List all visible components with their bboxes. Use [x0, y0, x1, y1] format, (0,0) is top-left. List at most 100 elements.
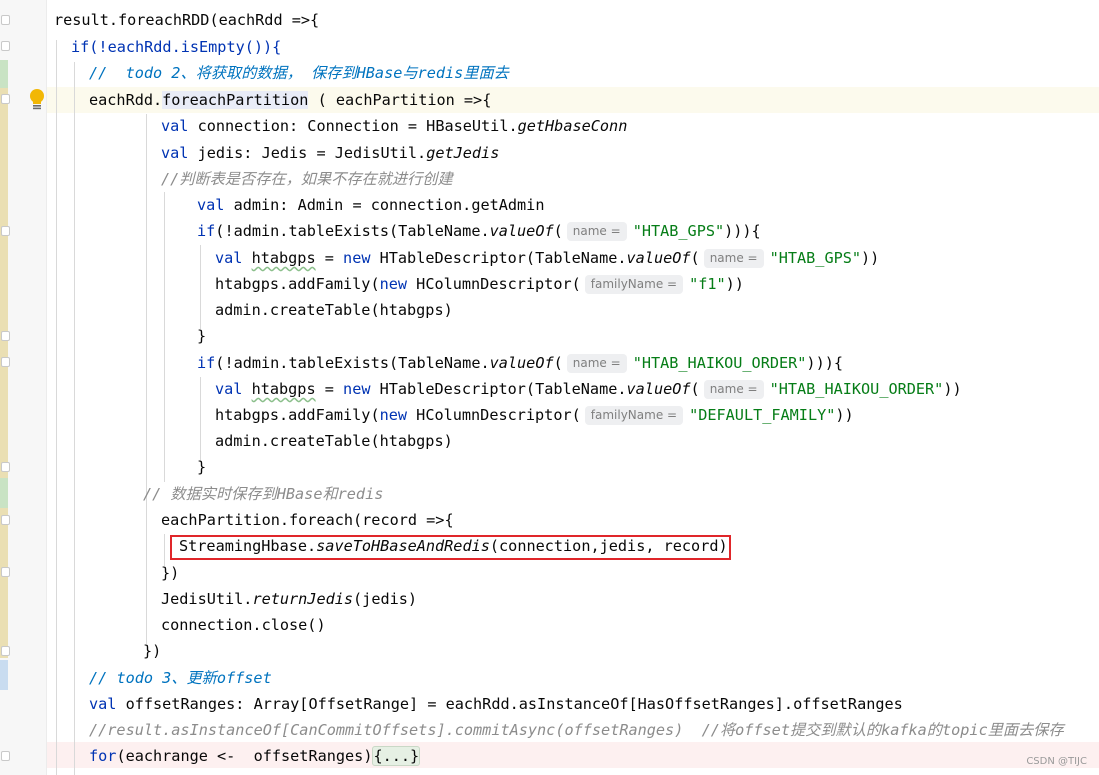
- code-line: for(eachrange <- offsetRanges){...}: [89, 743, 421, 769]
- code-line: connection.close(): [161, 612, 326, 638]
- code-text: connection: Connection = HBaseUtil.: [188, 117, 518, 135]
- code-text: JedisUtil.: [161, 590, 253, 608]
- vcs-change-marker: [0, 660, 8, 690]
- watermark: CSDN @TIJC: [1026, 756, 1087, 767]
- code-line: htabgps.addFamily(new HColumnDescriptor(…: [215, 271, 744, 297]
- editor-gutter: [0, 0, 47, 775]
- indent-guide: [200, 377, 201, 461]
- code-text: )): [835, 406, 854, 424]
- vcs-change-marker: [0, 478, 8, 508]
- comment-text: //result.asInstanceOf[CanCommitOffsets].…: [89, 721, 1064, 739]
- code-text: ))){: [806, 354, 843, 372]
- code-text: }): [161, 564, 180, 582]
- fold-toggle[interactable]: [1, 462, 10, 472]
- fold-toggle[interactable]: [1, 567, 10, 577]
- code-line: }): [143, 638, 161, 664]
- method-name: valueOf: [489, 222, 554, 240]
- code-line: //result.asInstanceOf[CanCommitOffsets].…: [89, 717, 1064, 743]
- code-line: eachPartition.foreach(record =>{: [161, 507, 454, 533]
- parameter-hint: name =: [566, 354, 627, 373]
- code-text: (: [553, 354, 563, 372]
- keyword: val: [197, 196, 225, 214]
- code-text: admin.createTable(htabgps): [215, 301, 453, 319]
- vcs-change-marker: [0, 88, 8, 478]
- code-text: =: [315, 249, 344, 267]
- code-text: }): [143, 642, 162, 660]
- code-line: JedisUtil.returnJedis(jedis): [161, 586, 417, 612]
- string-literal: "DEFAULT_FAMILY": [689, 406, 836, 424]
- code-text: admin.createTable(htabgps): [215, 432, 453, 450]
- variable-name: htabgps: [251, 249, 316, 267]
- code-text: htabgps.addFamily(: [215, 406, 380, 424]
- fold-toggle[interactable]: [1, 226, 10, 236]
- fold-toggle[interactable]: [1, 357, 10, 367]
- keyword: new: [379, 406, 408, 424]
- code-line: admin.createTable(htabgps): [215, 297, 453, 323]
- keyword: if: [197, 222, 216, 240]
- keyword: new: [343, 380, 371, 398]
- code-text: (: [553, 222, 563, 240]
- method-name: returnJedis: [252, 590, 354, 608]
- code-text: result.foreachRDD(eachRdd =>{: [54, 11, 320, 29]
- fold-toggle[interactable]: [1, 646, 10, 656]
- method-name: getHbaseConn: [517, 117, 628, 135]
- method-name: getJedis: [426, 144, 500, 162]
- fold-toggle[interactable]: [1, 15, 10, 25]
- comment-text: //判断表是否存在，如果不存在就进行创建: [161, 170, 453, 188]
- code-line: val offsetRanges: Array[OffsetRange] = e…: [89, 691, 903, 717]
- code-line: }): [161, 560, 179, 586]
- parameter-hint: name =: [703, 380, 764, 399]
- keyword: new: [343, 249, 371, 267]
- code-line: admin.createTable(htabgps): [215, 428, 453, 454]
- comment-text: //: [89, 64, 126, 82]
- code-line: if(!eachRdd.isEmpty()){: [71, 34, 281, 60]
- string-literal: "HTAB_HAIKOU_ORDER": [769, 380, 944, 398]
- code-line: val jedis: Jedis = JedisUtil.getJedis: [161, 140, 499, 166]
- fold-toggle[interactable]: [1, 751, 10, 761]
- code-text: (!admin.tableExists(TableName.: [215, 222, 490, 240]
- string-literal: "HTAB_HAIKOU_ORDER": [632, 354, 807, 372]
- keyword: if: [197, 354, 216, 372]
- code-text: if(!eachRdd.isEmpty()){: [71, 38, 282, 56]
- keyword: val: [89, 695, 117, 713]
- indent-guide: [74, 62, 75, 775]
- intention-bulb-icon[interactable]: [28, 88, 46, 110]
- code-line: // 数据实时保存到HBase和redis: [143, 481, 383, 507]
- code-text: HTableDescriptor(TableName.: [370, 380, 627, 398]
- code-text: eachRdd.: [89, 91, 163, 109]
- string-literal: "f1": [689, 275, 726, 293]
- parameter-hint: familyName =: [584, 406, 684, 425]
- code-text: (eachrange <- offsetRanges): [116, 747, 373, 765]
- parameter-hint: name =: [566, 222, 627, 241]
- code-text: ( eachPartition =>{: [308, 91, 492, 109]
- code-text: )): [861, 249, 880, 267]
- code-text: offsetRanges: Array[OffsetRange] = eachR…: [116, 695, 903, 713]
- code-text: admin: Admin = connection.getAdmin: [224, 196, 545, 214]
- collapsed-block[interactable]: {...}: [372, 746, 421, 766]
- fold-toggle[interactable]: [1, 94, 10, 104]
- code-text: )): [725, 275, 744, 293]
- fold-toggle[interactable]: [1, 331, 10, 341]
- keyword: new: [379, 275, 408, 293]
- fold-toggle[interactable]: [1, 41, 10, 51]
- keyword: for: [89, 747, 117, 765]
- code-text: =: [315, 380, 344, 398]
- comment-text: // 数据实时保存到HBase和redis: [143, 485, 384, 503]
- code-text: htabgps.addFamily(: [215, 275, 380, 293]
- code-line: if(!admin.tableExists(TableName.valueOf(…: [197, 350, 843, 376]
- code-line: }: [197, 323, 206, 349]
- code-text: HColumnDescriptor(: [407, 406, 581, 424]
- keyword: val: [215, 380, 243, 398]
- code-text: )): [943, 380, 962, 398]
- indent-guide: [200, 245, 201, 329]
- keyword: val: [161, 117, 189, 135]
- todo-comment: todo 2、将获取的数据， 保存到HBase与redis里面去: [125, 64, 509, 82]
- code-text: (: [690, 380, 700, 398]
- code-text: ))){: [724, 222, 761, 240]
- code-text: (: [690, 249, 700, 267]
- indent-guide: [164, 192, 165, 482]
- code-line: // todo 2、将获取的数据， 保存到HBase与redis里面去: [89, 60, 509, 86]
- code-line: eachRdd.foreachPartition ( eachPartition…: [89, 87, 491, 113]
- fold-toggle[interactable]: [1, 515, 10, 525]
- code-line: val connection: Connection = HBaseUtil.g…: [161, 113, 627, 139]
